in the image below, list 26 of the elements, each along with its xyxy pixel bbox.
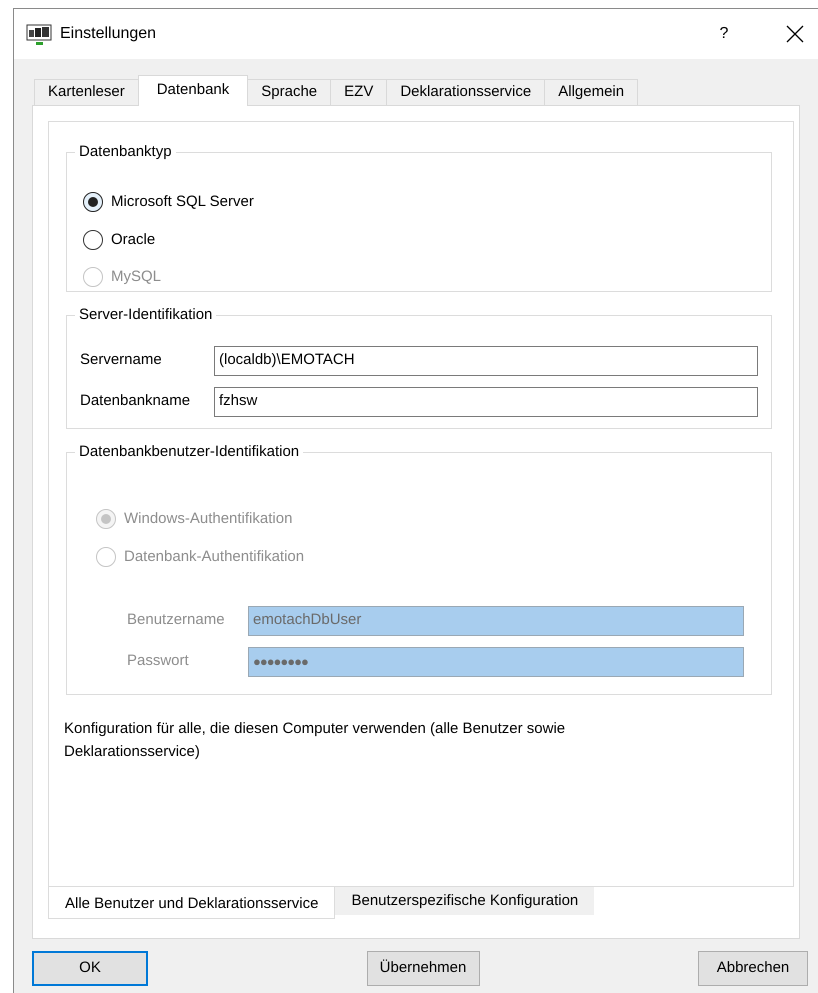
radio-label: Windows-Authentifikation <box>124 509 292 529</box>
dialog-button[interactable]: OK <box>32 951 148 986</box>
field-label: Passwort <box>127 651 190 672</box>
help-button[interactable]: ? <box>712 22 736 46</box>
input-field[interactable]: fzhsw <box>214 386 758 416</box>
dialog-button[interactable]: Abbrechen <box>698 951 808 986</box>
field-label: Servername <box>80 350 163 370</box>
radio-label: Datenbank-Authentifikation <box>124 546 304 566</box>
tab[interactable]: Datenbank <box>138 75 248 106</box>
radio-button[interactable] <box>83 192 103 212</box>
tab[interactable]: Kartenleser <box>34 79 139 105</box>
field-label: Datenbankname <box>80 391 192 412</box>
note-text: Konfiguration für alle, die diesen Computer verwenden (alle Benutzer sowie Deklarationsservice) <box>64 719 566 762</box>
radio-label: Microsoft SQL Server <box>111 192 254 212</box>
close-icon[interactable] <box>786 25 804 43</box>
tab[interactable]: Allgemein <box>544 79 638 105</box>
radio-label: Oracle <box>111 230 156 250</box>
group-title: Datenbanktyp <box>75 142 176 162</box>
tab[interactable]: Alle Benutzer und Deklarationsservice <box>48 887 336 919</box>
radio-button[interactable] <box>83 230 103 250</box>
input-field[interactable]: (localdb)\EMOTACH <box>214 346 758 376</box>
dialog-button[interactable]: Übernehmen <box>366 951 480 986</box>
tab[interactable]: Benutzerspezifische Konfiguration <box>335 887 594 915</box>
radio-label: MySQL <box>111 267 162 287</box>
field-label: Benutzername <box>127 610 226 630</box>
window-title: Einstellungen <box>60 24 156 44</box>
